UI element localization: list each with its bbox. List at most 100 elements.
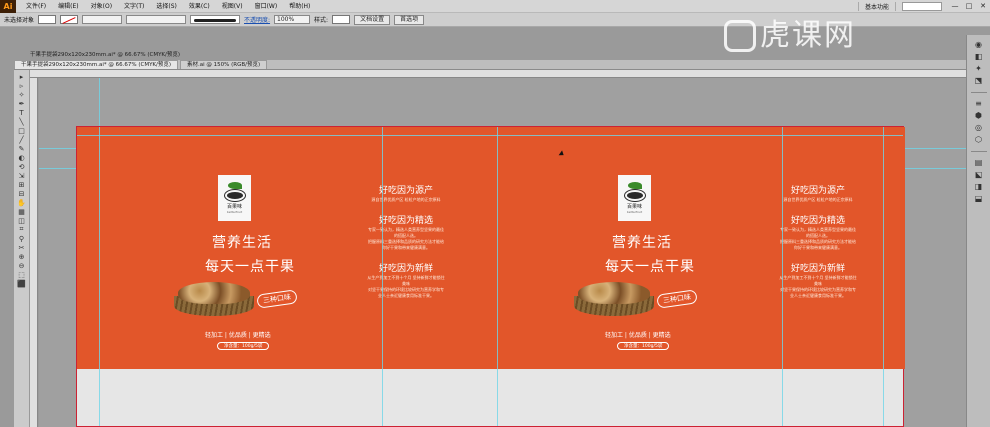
menu-edit[interactable]: 编辑(E) <box>52 0 84 13</box>
menu-object[interactable]: 对象(O) <box>85 0 118 13</box>
canvas[interactable]: 百果味 bettarfruit 营养生活 每天一点干果 三种口味 轻加工 | 优… <box>39 78 966 427</box>
panel-5-icon[interactable]: ⬢ <box>973 112 985 120</box>
stroke-weight-select[interactable] <box>82 15 123 24</box>
menu-select[interactable]: 选择(S) <box>150 0 183 13</box>
net-weight-badge-back: 净含量：100g/5袋 <box>617 342 670 350</box>
nuts-pile <box>178 282 250 304</box>
tool-13-icon[interactable]: ⊟ <box>16 190 27 198</box>
panel-4-icon[interactable]: ≡ <box>973 100 985 108</box>
text-fresh-extra: 对坚干果保持的环境比较研究为营养学和专业人士亲近健康食用标准干果。 <box>780 287 856 298</box>
search-input[interactable] <box>902 1 942 11</box>
slogan-line-1-back: 营养生活 <box>612 235 672 251</box>
text-select-extra: 把握原料三重选择和品质的研究方法才能给你好干果和带来健康满意。 <box>368 239 444 250</box>
nut-icon <box>223 189 246 202</box>
preferences-button[interactable]: 首选项 <box>394 14 425 25</box>
panel-3-icon[interactable]: ⬔ <box>973 77 985 85</box>
features-text-back: 轻加工 | 优品质 | 更精选 <box>605 332 671 339</box>
menu-file[interactable]: 文件(F) <box>20 0 52 13</box>
brand-subtitle: bettarfruit <box>626 210 643 214</box>
menu-effect[interactable]: 效果(C) <box>183 0 216 13</box>
tool-5-icon[interactable]: ╲ <box>16 118 27 126</box>
menu-type[interactable]: 文字(T) <box>118 0 150 13</box>
panel-10-icon[interactable]: ◨ <box>973 183 985 191</box>
fill-swatch[interactable] <box>38 15 57 24</box>
tool-10-icon[interactable]: ⟲ <box>16 163 27 171</box>
tool-21-icon[interactable]: ⊖ <box>16 262 27 270</box>
tool-9-icon[interactable]: ◐ <box>16 154 27 162</box>
panel-11-icon[interactable]: ⬓ <box>973 195 985 203</box>
tool-12-icon[interactable]: ⊞ <box>16 181 27 189</box>
stroke-swatch[interactable] <box>60 15 79 24</box>
net-weight-badge: 净含量：100g/5袋 <box>217 342 270 350</box>
menu-window[interactable]: 窗口(W) <box>249 0 284 13</box>
horizontal-ruler[interactable] <box>14 70 966 78</box>
variable-width-select[interactable] <box>126 15 187 24</box>
tool-0-icon[interactable]: ▸ <box>16 73 27 81</box>
tab-material[interactable]: 素材.ai @ 150% (RGB/预览) <box>180 60 268 69</box>
workspace-switcher[interactable]: 基本功能 <box>857 1 896 11</box>
tool-4-icon[interactable]: T <box>16 109 27 117</box>
tool-1-icon[interactable]: ▹ <box>16 82 27 90</box>
opacity-field[interactable]: 100% <box>274 15 311 24</box>
panel-2-icon[interactable]: ✦ <box>973 65 985 73</box>
tool-22-icon[interactable]: ⬚ <box>16 271 27 279</box>
brand-logo-card-back: 百果味 bettarfruit <box>618 175 651 221</box>
tool-19-icon[interactable]: ✂ <box>16 244 27 252</box>
panel-1-icon[interactable]: ◧ <box>973 53 985 61</box>
guide-line <box>77 135 903 136</box>
tool-8-icon[interactable]: ✎ <box>16 145 27 153</box>
leaf-icon <box>627 182 642 189</box>
tool-7-icon[interactable]: ╱ <box>16 136 27 144</box>
opacity-label[interactable]: 不透明度: <box>244 15 270 24</box>
heading-select: 好吃因为精选 <box>790 216 845 226</box>
text-select-extra: 把握原料三重选择和品质的研究方法才能给你好干果和带来健康满意。 <box>780 239 856 250</box>
guide-line <box>782 127 783 426</box>
tool-23-icon[interactable]: ⬛ <box>16 280 27 288</box>
tool-15-icon[interactable]: ▦ <box>16 208 27 216</box>
watermark-text: 虎课网 <box>760 18 856 53</box>
tool-14-icon[interactable]: ✋ <box>16 199 27 207</box>
tool-6-icon[interactable]: □ <box>16 127 27 135</box>
tool-11-icon[interactable]: ⇲ <box>16 172 27 180</box>
text-origin: 源自世界优质产区 粒粒产地的正宗原料 <box>783 197 853 202</box>
tool-20-icon[interactable]: ⊕ <box>16 253 27 261</box>
maximize-button[interactable]: □ <box>962 2 976 10</box>
text-fresh: 从生产到加工不到十个月 坚持新鲜才能锁住美味 <box>367 275 445 286</box>
document-setup-button[interactable]: 文档设置 <box>354 14 391 25</box>
menu-help[interactable]: 帮助(H) <box>283 0 316 13</box>
artboard[interactable]: 百果味 bettarfruit 营养生活 每天一点干果 三种口味 轻加工 | 优… <box>76 126 905 427</box>
brush-definition-select[interactable] <box>190 15 241 24</box>
tool-17-icon[interactable]: ⌗ <box>16 225 27 233</box>
menu-bar: Ai 文件(F) 编辑(E) 对象(O) 文字(T) 选择(S) 效果(C) 视… <box>0 0 990 13</box>
leaf-icon <box>227 182 242 189</box>
tool-3-icon[interactable]: ✒ <box>16 100 27 108</box>
panel-9-icon[interactable]: ⬕ <box>973 171 985 179</box>
panel-8-icon[interactable]: ▤ <box>973 159 985 167</box>
side-text-panel-back: 好吃因为源产 源自世界优质产区 粒粒产地的正宗原料 好吃因为精选 专家一致认为，… <box>779 183 857 299</box>
brand-name: 百果味 <box>226 204 242 210</box>
tool-2-icon[interactable]: ✧ <box>16 91 27 99</box>
close-button[interactable]: ✕ <box>976 2 990 10</box>
text-select: 专家一致认为，精选人类营养型坚果的最佳的搭配人选。 <box>368 227 444 238</box>
nuts-pile <box>578 282 650 304</box>
minimize-button[interactable]: — <box>948 2 962 10</box>
nut-bowl-image <box>174 280 254 316</box>
panel-7-icon[interactable]: ⬡ <box>973 136 985 144</box>
panel-6-icon[interactable]: ◎ <box>973 124 985 132</box>
menu-view[interactable]: 视图(V) <box>216 0 249 13</box>
style-label: 样式: <box>314 17 329 24</box>
tools-panel: ▸ ▹ ✧ ✒ T ╲ □ ╱ ✎ ◐ ⟲ ⇲ ⊞ ⊟ ✋ ▦ ◫ ⌗ ⚲ ✂ ⊕ ⊖ ⬚ ⬛ <box>14 70 30 427</box>
tool-16-icon[interactable]: ◫ <box>16 217 27 225</box>
graphic-style-swatch[interactable] <box>332 15 351 24</box>
panel-0-icon[interactable]: ◉ <box>973 41 985 49</box>
features-text: 轻加工 | 优品质 | 更精选 <box>205 332 271 339</box>
guide-line <box>382 127 383 426</box>
guide-line <box>497 127 498 426</box>
document-tabs: 干果手提袋290x120x230mm.ai* @ 66.67% (CMYK/预览… <box>14 60 974 70</box>
slogan-line-2-back: 每天一点干果 <box>605 259 695 275</box>
tool-18-icon[interactable]: ⚲ <box>16 235 27 243</box>
tab-bag-design[interactable]: 干果手提袋290x120x230mm.ai* @ 66.67% (CMYK/预览… <box>14 60 179 69</box>
vertical-ruler[interactable] <box>30 78 38 427</box>
panel-divider <box>970 151 987 152</box>
